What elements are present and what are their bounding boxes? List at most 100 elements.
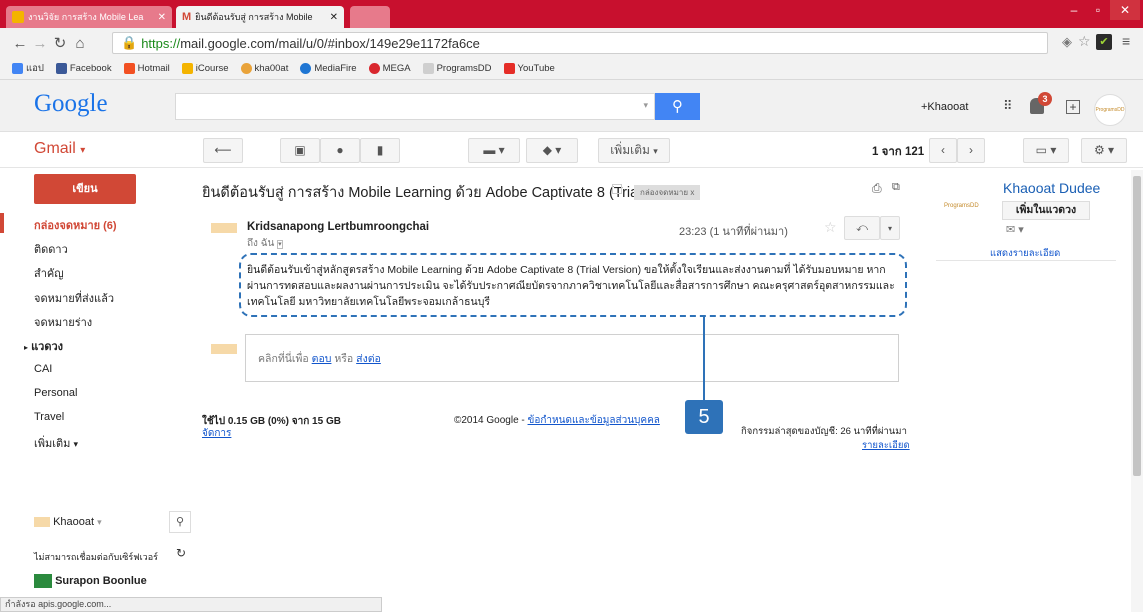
copyright: ©2014 Google - ข้อกำหนดและข้อมูลส่วนบุคค… bbox=[454, 415, 660, 426]
show-details-link[interactable]: แสดงรายละเอียด bbox=[990, 246, 1060, 261]
forward-icon[interactable]: → bbox=[30, 35, 50, 52]
chat-contact[interactable]: Surapon Boonlue bbox=[34, 574, 147, 588]
back-to-inbox-button[interactable]: ⟵ bbox=[203, 138, 243, 163]
close-icon[interactable]: x bbox=[690, 188, 694, 197]
print-icon[interactable]: ⎙ bbox=[872, 181, 882, 196]
older-button[interactable]: › bbox=[957, 138, 985, 163]
last-activity: กิจกรรมล่าสุดของบัญชี: 26 นาทีที่ผ่านมา bbox=[741, 426, 907, 437]
message-time: 23:23 (1 นาทีที่ผ่านมา) bbox=[679, 226, 788, 238]
sidebar-item-personal[interactable]: Personal bbox=[34, 387, 77, 399]
bookmark-youtube[interactable]: YouTube bbox=[503, 63, 555, 74]
activity-details-link[interactable]: รายละเอียด bbox=[862, 438, 910, 453]
apps-icon[interactable]: ⠿ bbox=[1003, 98, 1012, 114]
lock-icon: 🔒 bbox=[121, 35, 138, 50]
browser-tab-research[interactable]: งานวิจัย การสร้าง Mobile Lea ✕ bbox=[6, 6, 172, 28]
sidebar-item-travel[interactable]: Travel bbox=[34, 411, 64, 423]
bookmark-programsdd[interactable]: ProgramsDD bbox=[422, 63, 492, 74]
share-plus-icon[interactable]: + bbox=[1066, 100, 1080, 114]
back-icon[interactable]: ← bbox=[10, 35, 30, 52]
more-reply-options-button[interactable]: ▾ bbox=[880, 216, 900, 240]
search-people-button[interactable]: ⚲ bbox=[169, 511, 191, 533]
gmail-menu[interactable]: Gmail ▾ bbox=[34, 140, 85, 158]
close-icon[interactable]: ✕ bbox=[330, 12, 338, 23]
email-contact-icon[interactable]: ✉ ▾ bbox=[1006, 223, 1024, 236]
sidebar-item-drafts[interactable]: จดหมายร่าง bbox=[34, 313, 92, 331]
reconnect-icon[interactable]: ↻ bbox=[176, 546, 186, 560]
sidebar-item-cai[interactable]: CAI bbox=[34, 363, 52, 375]
close-window-icon[interactable]: ✕ bbox=[1110, 0, 1140, 20]
sidebar-item-important[interactable]: สำคัญ bbox=[34, 264, 64, 282]
chevron-down-icon: ▾ bbox=[73, 439, 79, 449]
gmail-favicon-icon: M bbox=[182, 11, 192, 23]
avatar[interactable]: ProgramsDD bbox=[1094, 94, 1126, 126]
reload-icon[interactable]: ↻ bbox=[50, 34, 70, 52]
sidebar-item-starred[interactable]: ติดดาว bbox=[34, 240, 68, 258]
star-icon[interactable]: ☆ bbox=[824, 219, 837, 236]
report-spam-button[interactable]: ● bbox=[320, 138, 360, 163]
search-dropdown-icon[interactable]: ▾ bbox=[643, 100, 648, 111]
delete-button[interactable]: ▮ bbox=[360, 138, 400, 163]
add-to-circles-button[interactable]: เพิ่มในแวดวง bbox=[1002, 201, 1090, 220]
bookmark-hotmail[interactable]: Hotmail bbox=[123, 63, 170, 74]
bookmark-facebook[interactable]: Facebook bbox=[55, 63, 112, 74]
chat-status-text: ไม่สามารถเชื่อมต่อกับเซิร์ฟเวอร์ bbox=[34, 552, 158, 562]
search-button[interactable]: ⚲ bbox=[655, 93, 700, 120]
sidebar-item-circles[interactable]: ▸ แวดวง bbox=[24, 337, 63, 355]
bookmark-icourse[interactable]: iCourse bbox=[181, 63, 229, 74]
google-plus-user[interactable]: +Khaooat bbox=[921, 101, 968, 113]
sidebar-item-more[interactable]: เพิ่มเติม ▾ bbox=[34, 434, 78, 452]
bookmark-mediafire[interactable]: MediaFire bbox=[300, 63, 357, 74]
google-logo[interactable]: Google bbox=[34, 90, 108, 118]
maximize-icon[interactable]: ▫ bbox=[1086, 0, 1110, 20]
search-input[interactable]: ▾ bbox=[175, 93, 655, 120]
url-field[interactable]: 🔒 https://mail.google.com/mail/u/0/#inbo… bbox=[112, 32, 1048, 54]
bookmark-apps[interactable]: แอป bbox=[12, 61, 44, 76]
adblock-icon[interactable]: ✔ bbox=[1096, 34, 1112, 50]
forward-link[interactable]: ส่งต่อ bbox=[356, 353, 381, 365]
manage-storage-link[interactable]: จัดการ bbox=[202, 426, 231, 441]
tab-label: งานวิจัย การสร้าง Mobile Lea bbox=[28, 12, 144, 22]
star-bookmark-icon[interactable]: ☆ bbox=[1078, 33, 1091, 50]
self-avatar bbox=[211, 344, 237, 354]
highlight-callout bbox=[239, 253, 907, 317]
tab-label: ยินดีต้อนรับสู่ การสร้าง Mobile bbox=[195, 12, 313, 22]
callout-connector bbox=[703, 317, 705, 401]
browser-tab-gmail[interactable]: M ยินดีต้อนรับสู่ การสร้าง Mobile ✕ bbox=[176, 6, 344, 28]
bookmark-mega[interactable]: MEGA bbox=[368, 63, 411, 74]
hangouts-user[interactable]: Khaooat ▾ bbox=[34, 516, 102, 528]
compose-button[interactable]: เขียน bbox=[34, 174, 136, 204]
newer-button[interactable]: ‹ bbox=[929, 138, 957, 163]
contact-logo: ProgramsDD bbox=[944, 203, 979, 209]
inbox-label-chip[interactable]: กล่องจดหมาย x bbox=[634, 185, 700, 200]
sender-name[interactable]: Kridsanapong Lertbumroongchai bbox=[247, 221, 429, 233]
caret-right-icon: ▸ bbox=[24, 343, 29, 352]
scrollbar-thumb[interactable] bbox=[1133, 176, 1141, 476]
reply-button[interactable]: ⤺ bbox=[844, 216, 880, 240]
youtube-icon bbox=[503, 63, 515, 74]
new-tab-button[interactable] bbox=[350, 6, 390, 28]
move-to-button[interactable]: ▬ ▾ bbox=[468, 138, 520, 163]
reply-icon: ⤺ bbox=[856, 222, 868, 234]
details-dropdown-icon[interactable]: ▾ bbox=[277, 240, 283, 249]
archive-button[interactable]: ▣ bbox=[280, 138, 320, 163]
important-marker-icon[interactable] bbox=[612, 184, 622, 194]
search-icon: ⚲ bbox=[672, 98, 683, 115]
labels-button[interactable]: ◆ ▾ bbox=[526, 138, 578, 163]
settings-button[interactable]: ⚙ ▾ bbox=[1081, 138, 1127, 163]
minimize-icon[interactable]: – bbox=[1062, 0, 1086, 20]
extension-icon[interactable]: ◈ bbox=[1062, 34, 1072, 50]
reply-link[interactable]: ตอบ bbox=[312, 353, 332, 365]
bookmark-kha00at[interactable]: kha00at bbox=[240, 63, 288, 74]
new-window-icon[interactable]: ⧉ bbox=[892, 181, 900, 194]
more-actions-button[interactable]: เพิ่มเติม ▾ bbox=[598, 138, 670, 163]
home-icon[interactable]: ⌂ bbox=[70, 35, 90, 52]
sidebar-item-inbox[interactable]: กล่องจดหมาย (6) bbox=[34, 216, 117, 234]
recipient-line[interactable]: ถึง ฉัน ▾ bbox=[247, 236, 283, 251]
close-icon[interactable]: ✕ bbox=[158, 12, 166, 23]
arrow-left-icon: ⟵ bbox=[214, 143, 232, 157]
contact-name[interactable]: Khaooat Dudee bbox=[1003, 180, 1100, 196]
terms-link[interactable]: ข้อกำหนดและข้อมูลส่วนบุคคล bbox=[528, 415, 660, 426]
input-tools-button[interactable]: ▭ ▾ bbox=[1023, 138, 1069, 163]
sidebar-item-sent[interactable]: จดหมายที่ส่งแล้ว bbox=[34, 289, 114, 307]
menu-icon[interactable]: ≡ bbox=[1122, 33, 1130, 49]
